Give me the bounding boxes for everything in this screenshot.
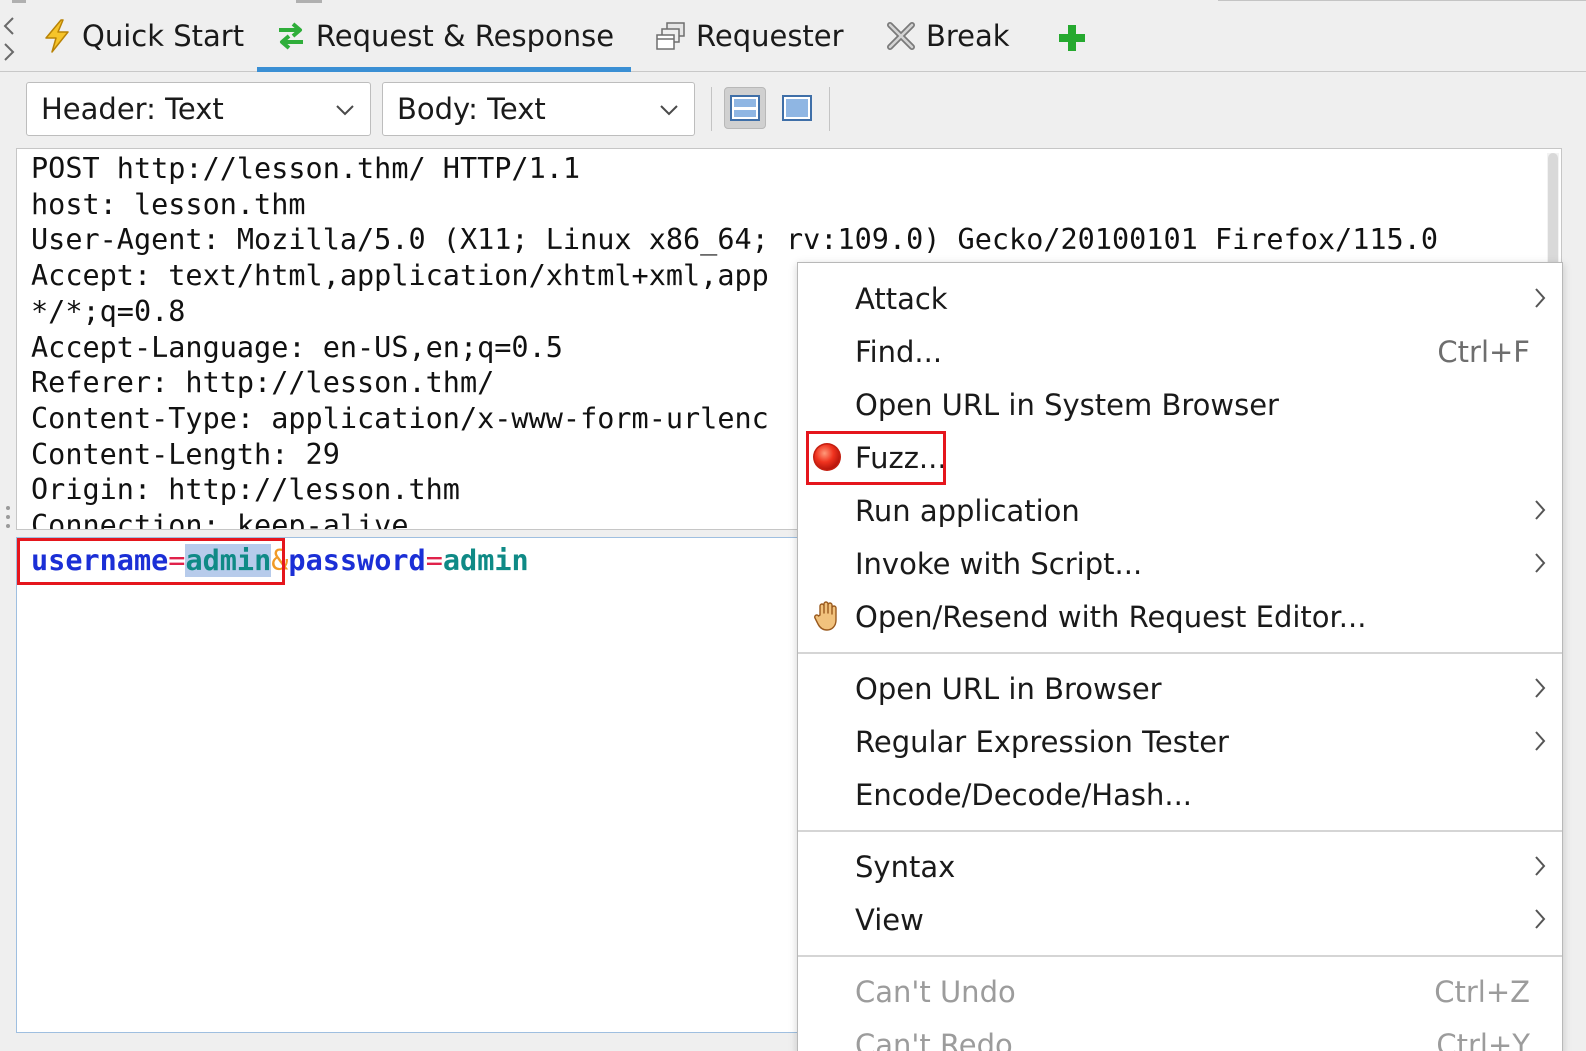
toolbar-separator xyxy=(829,87,830,131)
chevron-right-icon xyxy=(1535,500,1546,520)
header-line: POST http://lesson.thm/ HTTP/1.1 xyxy=(31,152,581,185)
menu-item-regex-tester[interactable]: Regular Expression Tester xyxy=(798,715,1562,768)
single-pane-icon xyxy=(782,95,812,121)
menu-item-cant-redo: Can't Redo Ctrl+Y xyxy=(798,1018,1562,1051)
param-key: password xyxy=(288,544,426,577)
tab-bar: Quick Start Request & Response Requester xyxy=(0,0,1586,72)
tab-label: Requester xyxy=(696,19,844,53)
menu-item-label: View xyxy=(855,902,924,937)
view-toolbar: Header: Text Body: Text xyxy=(0,73,1586,145)
menu-item-invoke-with-script[interactable]: Invoke with Script... xyxy=(798,537,1562,590)
chevron-right-icon xyxy=(1535,909,1546,929)
menu-item-find[interactable]: Find... Ctrl+F xyxy=(798,325,1562,378)
menu-item-label: Syntax xyxy=(855,849,956,884)
menu-item-run-application[interactable]: Run application xyxy=(798,484,1562,537)
menu-item-label: Encode/Decode/Hash... xyxy=(855,777,1193,812)
menu-item-shortcut: Ctrl+F xyxy=(1437,334,1530,369)
menu-separator xyxy=(798,955,1562,957)
username-highlight-box xyxy=(17,538,285,585)
menu-item-view[interactable]: View xyxy=(798,893,1562,946)
chevron-right-icon xyxy=(1535,731,1546,751)
tab-scroll-left-right-icon[interactable] xyxy=(2,14,16,64)
menu-item-shortcut: Ctrl+Y xyxy=(1436,1027,1530,1051)
lightning-icon xyxy=(40,19,74,53)
add-tab-button[interactable] xyxy=(1056,22,1088,54)
menu-item-label: Can't Redo xyxy=(855,1027,1013,1051)
menu-item-label: Can't Undo xyxy=(855,974,1016,1009)
param-value: admin xyxy=(442,544,529,577)
split-vertical-button[interactable] xyxy=(724,87,766,129)
body-view-value: Body: Text xyxy=(397,92,546,126)
tab-label: Break xyxy=(926,19,1010,53)
menu-item-cant-undo: Can't Undo Ctrl+Z xyxy=(798,965,1562,1018)
menu-item-label: Invoke with Script... xyxy=(855,546,1143,581)
chevron-right-icon xyxy=(1535,856,1546,876)
menu-item-shortcut: Ctrl+Z xyxy=(1434,974,1530,1009)
menu-item-label: Open URL in Browser xyxy=(855,671,1162,706)
tab-request-response[interactable]: Request & Response xyxy=(257,0,631,72)
menu-item-open-resend-request-editor[interactable]: Open/Resend with Request Editor... xyxy=(798,590,1562,643)
body-view-select[interactable]: Body: Text xyxy=(382,82,695,136)
menu-item-label: Regular Expression Tester xyxy=(855,724,1229,759)
menu-separator xyxy=(798,830,1562,832)
header-line: host: lesson.thm xyxy=(31,187,306,221)
requester-windows-icon xyxy=(654,19,688,53)
toolbar-separator xyxy=(711,87,712,131)
tab-break[interactable]: Break xyxy=(884,0,1010,72)
header-line: User-Agent: Mozilla/5.0 (X11; Linux x86_… xyxy=(31,223,1438,257)
header-view-select[interactable]: Header: Text xyxy=(26,82,371,136)
exchange-arrows-icon xyxy=(274,19,308,53)
vertical-splitter-handle[interactable] xyxy=(4,506,12,532)
tab-label: Quick Start xyxy=(82,19,245,53)
tab-label: Request & Response xyxy=(315,19,615,53)
menu-item-label: Open/Resend with Request Editor... xyxy=(855,599,1367,634)
menu-item-label: Open URL in System Browser xyxy=(855,387,1279,422)
param-equals: = xyxy=(425,544,443,577)
chevron-right-icon xyxy=(1535,288,1546,308)
menu-item-label: Attack xyxy=(855,281,948,316)
single-pane-button[interactable] xyxy=(776,87,818,129)
menu-item-label: Find... xyxy=(855,334,943,369)
header-view-value: Header: Text xyxy=(41,92,224,126)
menu-item-attack[interactable]: Attack xyxy=(798,272,1562,325)
plus-icon[interactable] xyxy=(1056,22,1088,54)
chevron-down-icon xyxy=(660,105,678,116)
context-menu: Attack Find... Ctrl+F Open URL in System… xyxy=(797,262,1563,1051)
menu-separator xyxy=(798,652,1562,654)
menu-item-syntax[interactable]: Syntax xyxy=(798,840,1562,893)
tab-quick-start[interactable]: Quick Start xyxy=(40,0,244,72)
menu-item-label: Run application xyxy=(855,493,1080,528)
chevron-right-icon xyxy=(1535,553,1546,573)
split-vertical-icon xyxy=(730,95,760,121)
fuzz-highlight-box xyxy=(806,431,946,485)
tab-requester[interactable]: Requester xyxy=(654,0,844,72)
menu-item-open-url-browser[interactable]: Open URL in Browser xyxy=(798,662,1562,715)
tab-scroll-arrows[interactable] xyxy=(2,14,16,64)
hand-icon xyxy=(811,600,843,632)
menu-item-encode-decode-hash[interactable]: Encode/Decode/Hash... xyxy=(798,768,1562,821)
chevron-right-icon xyxy=(1535,678,1546,698)
break-x-icon xyxy=(884,19,918,53)
chevron-down-icon xyxy=(336,105,354,116)
menu-item-open-url-system-browser[interactable]: Open URL in System Browser xyxy=(798,378,1562,431)
